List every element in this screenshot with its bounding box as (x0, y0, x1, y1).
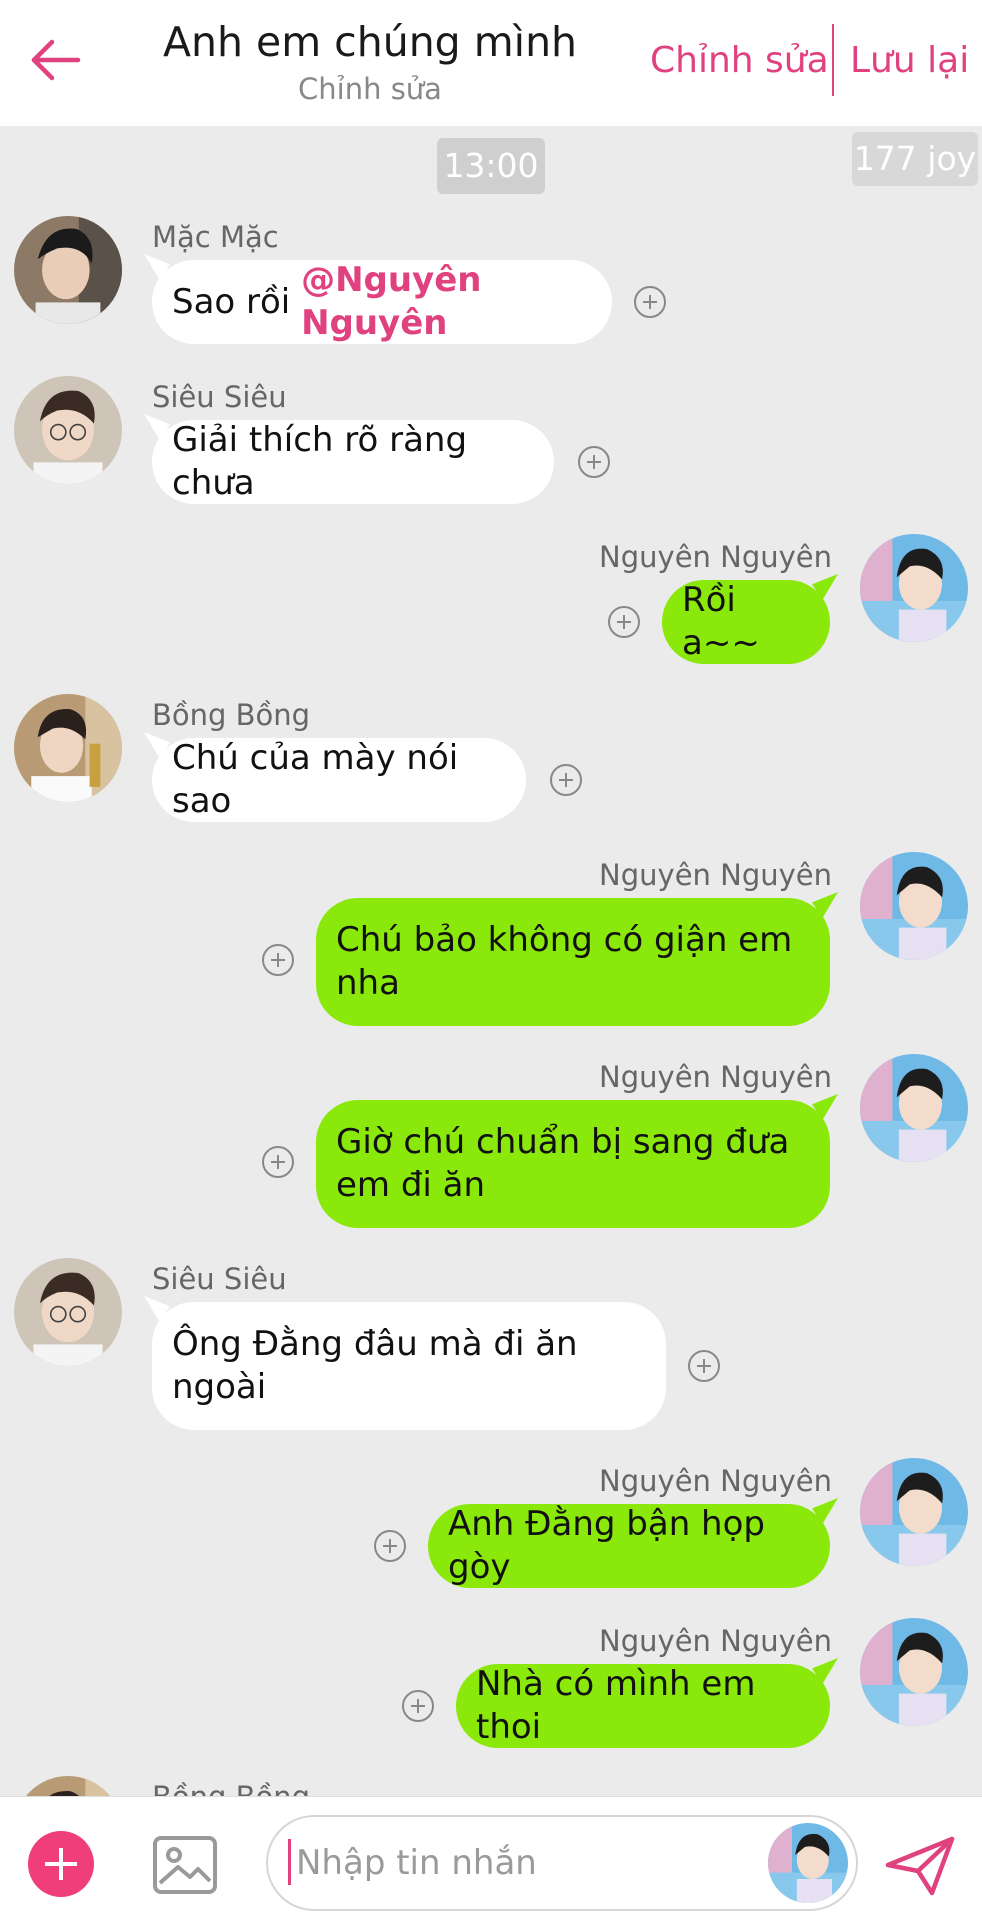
sender-name: Bồng Bồng (152, 698, 311, 732)
message-bubble[interactable]: Giải thích rõ ràng chưa (152, 420, 554, 504)
sender-name: Siêu Siêu (152, 1262, 287, 1296)
message-text: Sao rồi (172, 281, 302, 322)
message-bubble[interactable]: Rồi a~~ (662, 580, 830, 664)
message-text: Ông Đằng đâu mà đi ăn ngoài (172, 1324, 578, 1407)
plus-circle-icon[interactable] (578, 446, 610, 478)
message-text: Chú của mày nói sao (172, 738, 459, 821)
avatar[interactable] (14, 1258, 122, 1366)
avatar[interactable] (14, 694, 122, 802)
page-title: Anh em chúng mình (162, 18, 578, 66)
avatar[interactable] (14, 216, 122, 324)
message-bubble[interactable]: Nhà có mình em thoi (456, 1664, 830, 1748)
header-divider (832, 24, 834, 96)
message-bubble[interactable]: Anh Đằng bận họp gòy (428, 1504, 830, 1588)
send-icon[interactable] (884, 1833, 956, 1899)
sender-name: Siêu Siêu (152, 380, 287, 414)
avatar[interactable] (860, 1458, 968, 1566)
message-text: Giờ chú chuẩn bị sang đưa em đi ăn (336, 1122, 790, 1205)
message-input[interactable]: Nhập tin nhắn (266, 1815, 858, 1911)
save-button[interactable]: Lưu lại (850, 40, 969, 81)
text-cursor (288, 1839, 291, 1885)
message-text: Giải thích rõ ràng chưa (172, 420, 468, 503)
sender-name: Nguyên Nguyên (599, 1060, 832, 1094)
plus-circle-icon[interactable] (374, 1530, 406, 1562)
avatar[interactable] (860, 534, 968, 642)
plus-circle-icon[interactable] (688, 1350, 720, 1382)
plus-circle-icon[interactable] (262, 1146, 294, 1178)
plus-circle-icon[interactable] (608, 606, 640, 638)
message-bubble[interactable]: Chú bảo không có giận em nha (316, 898, 830, 1026)
message-bubble[interactable]: Sao rồi @Nguyên Nguyên (152, 260, 612, 344)
avatar[interactable] (14, 1776, 122, 1796)
message-bubble[interactable]: Giờ chú chuẩn bị sang đưa em đi ăn (316, 1100, 830, 1228)
joy-badge: 177 joy (852, 132, 978, 186)
mention-tag[interactable]: @Nguyên Nguyên (301, 259, 592, 345)
avatar[interactable] (860, 1618, 968, 1726)
message-placeholder: Nhập tin nhắn (296, 1843, 537, 1883)
sender-name: Mặc Mặc (152, 220, 279, 254)
avatar[interactable] (768, 1823, 848, 1903)
avatar[interactable] (860, 1054, 968, 1162)
message-text: Anh Đằng bận họp gòy (448, 1504, 765, 1587)
sender-name: Nguyên Nguyên (599, 540, 832, 574)
add-icon[interactable] (28, 1831, 94, 1897)
avatar[interactable] (14, 376, 122, 484)
plus-circle-icon[interactable] (402, 1690, 434, 1722)
message-bubble[interactable]: Chú của mày nói sao (152, 738, 526, 822)
sender-name: Nguyên Nguyên (599, 858, 832, 892)
sender-name: Nguyên Nguyên (599, 1624, 832, 1658)
plus-circle-icon[interactable] (550, 764, 582, 796)
message-text: Rồi a~~ (682, 580, 760, 663)
message-text: Nhà có mình em thoi (476, 1664, 756, 1747)
chat-header: Anh em chúng mình Chỉnh sửa Chỉnh sửa Lư… (0, 0, 982, 126)
composer-bar: Nhập tin nhắn (0, 1796, 982, 1920)
plus-circle-icon[interactable] (634, 286, 666, 318)
image-icon[interactable] (152, 1835, 218, 1895)
page-subtitle: Chỉnh sửa (298, 72, 442, 106)
sender-name: Bồng Bồng (152, 1780, 310, 1796)
message-text: Chú bảo không có giận em nha (336, 920, 793, 1003)
avatar[interactable] (860, 852, 968, 960)
edit-button[interactable]: Chỉnh sửa (650, 40, 829, 81)
chat-area[interactable]: 13:00 177 joy Mặc Mặc Sao rồi @Nguyên Ng… (0, 126, 982, 1796)
message-bubble[interactable]: Ông Đằng đâu mà đi ăn ngoài (152, 1302, 666, 1430)
sender-name: Nguyên Nguyên (599, 1464, 832, 1498)
plus-circle-icon[interactable] (262, 944, 294, 976)
time-badge: 13:00 (437, 138, 545, 194)
